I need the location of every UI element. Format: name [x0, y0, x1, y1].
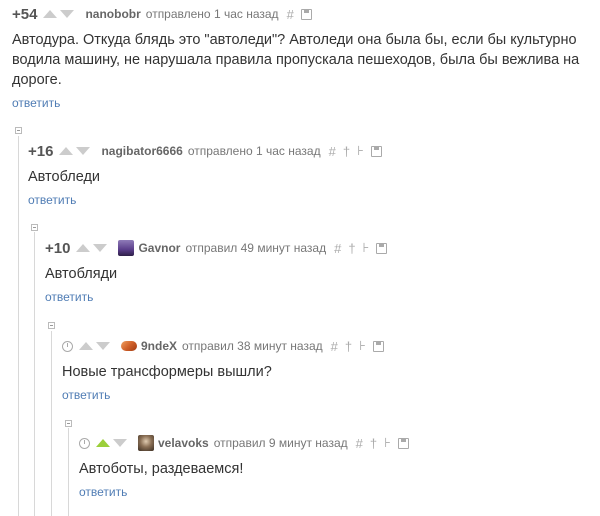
comment: +54 nanobobr отправлено 1 час назад # Ав…: [12, 4, 592, 112]
upvote-arrow-icon[interactable]: [76, 244, 91, 252]
clock-icon: [62, 340, 73, 352]
comment: +10 Gavnor отправил 49 минут назад # † ⊦…: [45, 238, 590, 306]
branch-link-icon[interactable]: ⊦: [363, 240, 370, 256]
comment-timestamp: отправлено 1 час назад: [187, 144, 321, 158]
downvote-arrow-icon[interactable]: [113, 439, 127, 447]
comment-header: +10 Gavnor отправил 49 минут назад # † ⊦: [45, 238, 590, 258]
reply-link[interactable]: ответить: [45, 290, 93, 304]
reply-link[interactable]: ответить: [12, 96, 60, 110]
upvote-arrow-icon[interactable]: [79, 342, 93, 350]
avatar[interactable]: [138, 435, 154, 451]
comment-timestamp: отправил 38 минут назад: [182, 339, 323, 353]
comment: 9ndeX отправил 38 минут назад # † ⊦ Новы…: [62, 336, 592, 404]
comment-timestamp: отправлено 1 час назад: [145, 7, 279, 21]
comment: velavoks отправил 9 минут назад # † ⊦ Ав…: [79, 433, 594, 501]
hash-link-icon[interactable]: #: [356, 436, 363, 451]
parent-link-icon[interactable]: †: [345, 339, 352, 354]
comment-header: velavoks отправил 9 минут назад # † ⊦: [79, 433, 594, 453]
upvote-arrow-icon[interactable]: [43, 10, 58, 18]
hash-link-icon[interactable]: #: [334, 241, 341, 256]
save-icon[interactable]: [372, 340, 384, 352]
hash-link-icon[interactable]: #: [287, 7, 294, 22]
downvote-arrow-icon[interactable]: [96, 342, 110, 350]
collapse-toggle[interactable]: [65, 420, 72, 427]
branch-link-icon[interactable]: ⊦: [384, 435, 391, 451]
thread-line: [68, 428, 69, 516]
save-icon[interactable]: [300, 8, 312, 20]
comment-header: +54 nanobobr отправлено 1 час назад #: [12, 4, 592, 24]
comment: +16 nagibator6666 отправлено 1 час назад…: [28, 141, 588, 209]
comment-header: 9ndeX отправил 38 минут назад # † ⊦: [62, 336, 592, 356]
save-icon[interactable]: [376, 242, 388, 254]
parent-link-icon[interactable]: †: [370, 436, 377, 451]
comment-text: Автоботы, раздеваемся!: [79, 461, 244, 477]
parent-link-icon[interactable]: †: [348, 241, 355, 256]
thread-line: [18, 136, 19, 516]
comment-text: Новые трансформеры вышли?: [62, 364, 272, 380]
thread-line: [34, 232, 35, 516]
downvote-arrow-icon[interactable]: [93, 244, 108, 252]
comment-author[interactable]: Gavnor: [138, 241, 180, 255]
downvote-arrow-icon[interactable]: [60, 10, 75, 18]
avatar[interactable]: [118, 240, 135, 256]
clock-icon: [79, 437, 90, 449]
comment-author[interactable]: nanobobr: [85, 7, 140, 21]
parent-link-icon[interactable]: †: [343, 144, 350, 159]
comment-author[interactable]: velavoks: [158, 436, 209, 450]
comment-timestamp: отправил 9 минут назад: [213, 436, 348, 450]
comment-text: Автодура. Откуда блядь это "автоледи"? А…: [12, 32, 580, 88]
avatar[interactable]: [121, 341, 137, 351]
downvote-arrow-icon[interactable]: [76, 147, 91, 155]
hash-link-icon[interactable]: #: [331, 339, 338, 354]
upvote-arrow-icon[interactable]: [96, 439, 110, 447]
comment-author[interactable]: nagibator6666: [101, 144, 182, 158]
comment-rating: +10: [45, 239, 71, 257]
comment-text: Автобляди: [45, 266, 118, 282]
branch-link-icon[interactable]: ⊦: [357, 143, 364, 159]
reply-link[interactable]: ответить: [62, 388, 110, 402]
comment-text: Автобледи: [28, 169, 101, 185]
collapse-toggle[interactable]: [31, 224, 38, 231]
hash-link-icon[interactable]: #: [329, 144, 336, 159]
collapse-toggle[interactable]: [48, 322, 55, 329]
reply-link[interactable]: ответить: [79, 485, 127, 499]
comment-rating: +16: [28, 142, 54, 160]
comment-header: +16 nagibator6666 отправлено 1 час назад…: [28, 141, 588, 161]
branch-link-icon[interactable]: ⊦: [359, 338, 366, 354]
collapse-toggle[interactable]: [15, 127, 22, 134]
save-icon[interactable]: [397, 437, 409, 449]
save-icon[interactable]: [370, 145, 382, 157]
upvote-arrow-icon[interactable]: [59, 147, 74, 155]
comment-timestamp: отправил 49 минут назад: [185, 241, 327, 255]
comment-author[interactable]: 9ndeX: [141, 339, 177, 353]
reply-link[interactable]: ответить: [28, 193, 76, 207]
comment-rating: +54: [12, 5, 38, 23]
thread-line: [51, 331, 52, 516]
